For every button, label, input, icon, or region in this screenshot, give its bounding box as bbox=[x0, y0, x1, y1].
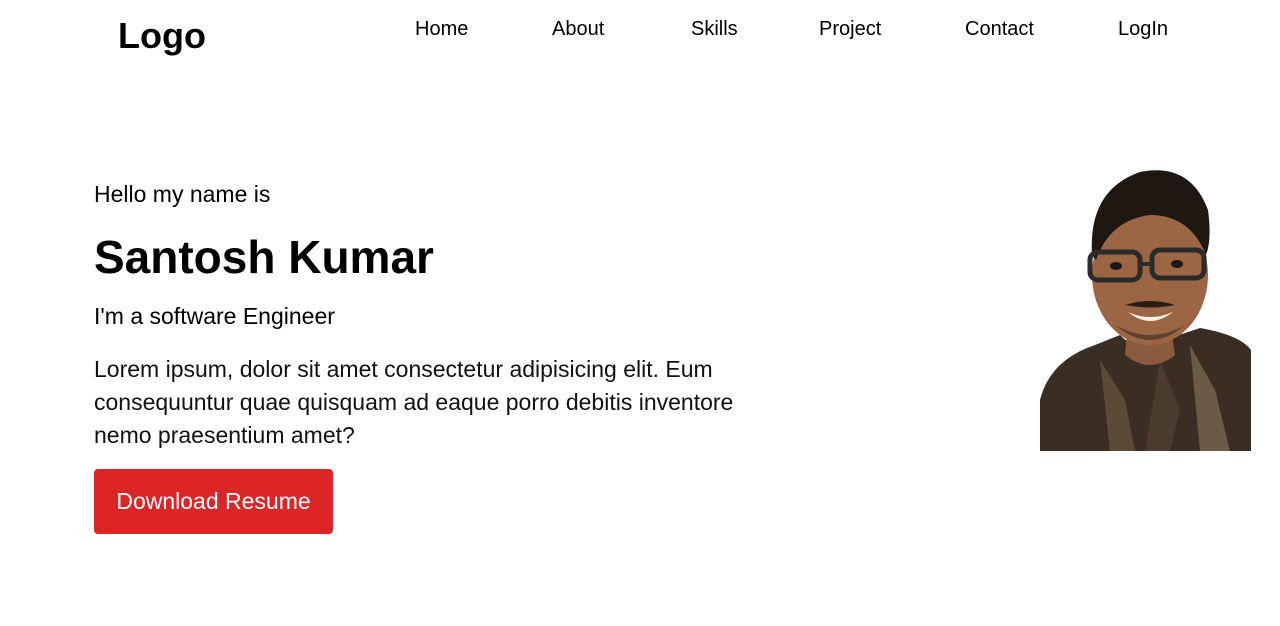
profile-photo-illustration bbox=[1040, 170, 1251, 451]
download-resume-button[interactable]: Download Resume bbox=[94, 469, 333, 534]
main-nav: Home About Skills Project Contact LogIn bbox=[0, 14, 1280, 44]
nav-item-login[interactable]: LogIn bbox=[1118, 14, 1168, 44]
nav-item-skills[interactable]: Skills bbox=[691, 14, 738, 44]
hero-description: Lorem ipsum, dolor sit amet consectetur … bbox=[94, 356, 734, 448]
hero-name: Santosh Kumar bbox=[94, 231, 434, 283]
hero-greeting: Hello my name is bbox=[94, 181, 271, 207]
hero-role: I'm a software Engineer bbox=[94, 303, 335, 329]
nav-item-about[interactable]: About bbox=[552, 14, 604, 44]
profile-photo bbox=[1040, 160, 1251, 451]
nav-item-home[interactable]: Home bbox=[415, 14, 468, 44]
portfolio-page: Logo Home About Skills Project Contact L… bbox=[0, 0, 1280, 626]
nav-item-contact[interactable]: Contact bbox=[965, 14, 1034, 44]
nav-item-project[interactable]: Project bbox=[819, 14, 881, 44]
